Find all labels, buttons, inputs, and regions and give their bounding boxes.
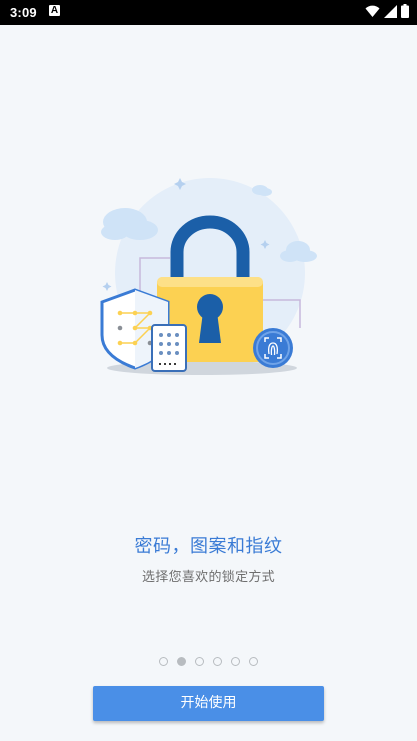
- status-bar: 3:09 A: [0, 0, 417, 25]
- feature-subtitle: 选择您喜欢的锁定方式: [141, 570, 275, 585]
- notification-icon: A: [49, 5, 60, 16]
- page-dot[interactable]: [177, 657, 186, 666]
- signal-icon: [384, 4, 397, 18]
- page-dot[interactable]: [213, 657, 222, 666]
- start-button[interactable]: 开始使用: [93, 686, 324, 721]
- status-indicators: [365, 4, 409, 18]
- page-indicator: [0, 657, 417, 666]
- page-dot[interactable]: [249, 657, 258, 666]
- keypad-icon: [151, 324, 187, 372]
- feature-title: 密码，图案和指纹: [134, 536, 283, 557]
- page-dot[interactable]: [231, 657, 240, 666]
- wifi-icon: [365, 5, 380, 17]
- page-dot[interactable]: [195, 657, 204, 666]
- onboarding-screen: 密码，图案和指纹 选择您喜欢的锁定方式 开始使用: [0, 25, 417, 741]
- status-time: 3:09: [10, 5, 37, 20]
- fingerprint-icon: [253, 328, 293, 368]
- page-dot[interactable]: [159, 657, 168, 666]
- battery-icon: [401, 4, 409, 18]
- lock-illustration: [100, 178, 317, 375]
